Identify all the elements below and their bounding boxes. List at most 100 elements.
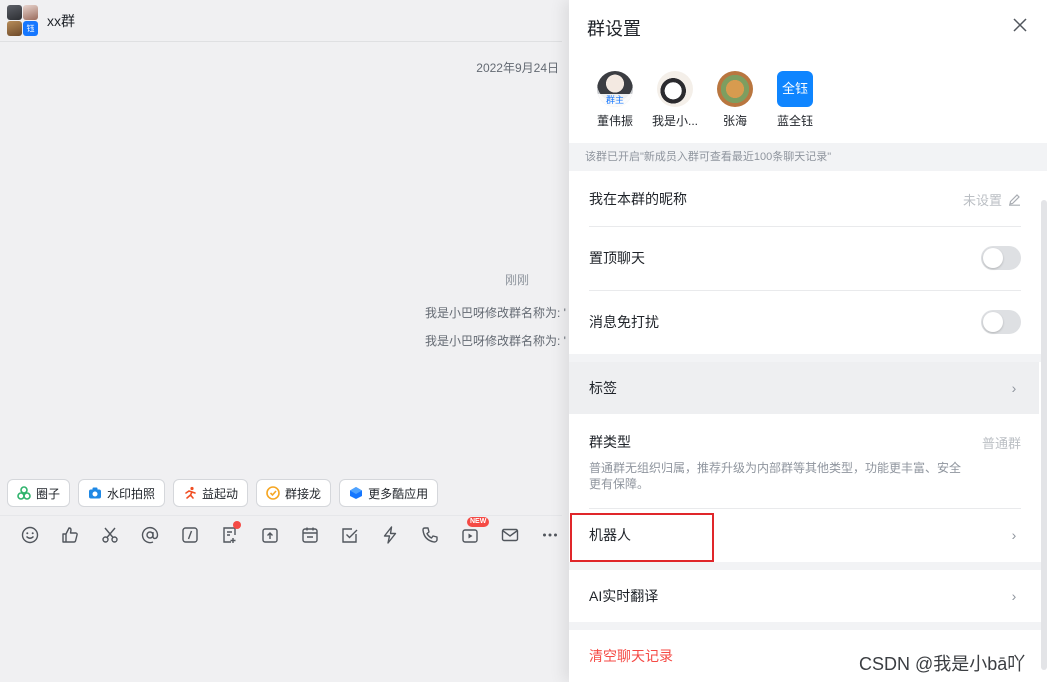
chat-toolbar: NEW — [10, 517, 570, 550]
screenshot-button[interactable] — [90, 520, 130, 550]
mail-icon — [501, 528, 519, 542]
section-gap — [569, 622, 1047, 630]
mention-button[interactable] — [130, 520, 170, 550]
chevron-right-icon: › — [1011, 527, 1017, 543]
section-gap — [569, 562, 1047, 570]
input-divider — [0, 515, 562, 516]
app-chip-charity-run[interactable]: 益起动 — [173, 479, 249, 507]
more-icon — [543, 533, 557, 537]
chevron-right-icon: › — [1011, 588, 1017, 604]
task-button[interactable] — [330, 520, 370, 550]
app-chip-label: 群接龙 — [285, 486, 322, 501]
group-avatar-badge: 钰 — [23, 20, 38, 36]
member-name: 董伟振 — [596, 114, 633, 128]
nickname-label: 我在本群的昵称 — [589, 191, 687, 207]
edit-icon[interactable] — [1008, 193, 1021, 206]
chevron-right-icon: › — [1011, 380, 1017, 396]
avatar — [717, 71, 753, 107]
chat-header: 钰 xx群 — [0, 0, 562, 42]
chat-pane: 钰 xx群 2022年9月24日 刚刚 我是小巴呀修改群名称为: ' 我是小巴呀… — [0, 0, 569, 682]
date-stamp: 2022年9月24日 — [476, 61, 559, 75]
emoji-icon — [21, 526, 39, 544]
member-item[interactable]: 群主 董伟振 — [589, 71, 641, 129]
app-chip-more-apps[interactable]: 更多酷应用 — [339, 479, 439, 507]
group-avatar[interactable]: 钰 — [7, 4, 39, 37]
nickname-value: 未设置 — [962, 192, 1002, 208]
mute-toggle[interactable] — [981, 310, 1021, 334]
chat-title[interactable]: xx群 — [47, 11, 75, 31]
runner-icon — [185, 486, 196, 499]
ai-translate-label: AI实时翻译 — [589, 588, 659, 604]
quick-action-button[interactable] — [370, 520, 410, 550]
calendar-button[interactable] — [290, 520, 330, 550]
member-item[interactable]: 张海 — [709, 71, 761, 129]
group-type-description: 普通群无组织归属，推荐升级为内部群等其他类型，功能更丰富、安全更有保障。 — [589, 461, 962, 491]
app-chip-label: 更多酷应用 — [368, 486, 429, 501]
phone-icon — [422, 527, 438, 543]
tags-label: 标签 — [589, 380, 617, 396]
scrollbar[interactable] — [1041, 200, 1047, 670]
task-icon — [342, 528, 358, 543]
panel-title: 群设置 — [587, 19, 641, 39]
tags-row[interactable]: 标签 › — [569, 362, 1039, 414]
section-gap — [569, 354, 1047, 362]
app-chip-watermark-camera[interactable]: 水印拍照 — [78, 479, 166, 507]
mute-label: 消息免打扰 — [589, 314, 659, 330]
nickname-row[interactable]: 我在本群的昵称 未设置 — [569, 172, 1039, 226]
watermark: CSDN @我是小bā吖 — [859, 654, 1026, 674]
relay-icon — [266, 486, 280, 500]
app-chip-label: 圈子 — [36, 486, 61, 501]
more-button[interactable] — [530, 520, 570, 550]
upload-icon — [262, 528, 278, 543]
more-apps-icon — [350, 487, 363, 499]
system-message: 我是小巴呀修改群名称为: ' — [425, 334, 566, 348]
live-button[interactable]: NEW — [450, 517, 490, 550]
at-icon — [141, 526, 159, 544]
command-button[interactable] — [170, 520, 210, 550]
scissors-icon — [102, 527, 118, 543]
app-chip-circle[interactable]: 圈子 — [7, 479, 71, 507]
system-message: 我是小巴呀修改群名称为: ' — [425, 306, 566, 320]
member-list: 群主 董伟振 我是小... 张海 全钰 蓝全钰 — [589, 71, 821, 129]
note-button[interactable] — [210, 520, 250, 550]
member-item[interactable]: 我是小... — [649, 71, 701, 129]
robot-row[interactable]: 机器人 › — [569, 508, 1039, 562]
avatar: 群主 — [597, 71, 633, 107]
live-icon — [462, 529, 478, 543]
camera-icon — [89, 487, 102, 499]
new-badge: NEW — [467, 517, 490, 527]
lightning-icon — [383, 526, 397, 544]
quick-apps-row: 圈子 水印拍照 益起动 群接龙 更多酷应用 — [7, 479, 439, 507]
call-button[interactable] — [410, 520, 450, 550]
avatar — [657, 71, 693, 107]
group-type-label: 群类型 — [589, 434, 631, 450]
thumbs-up-icon — [62, 527, 78, 543]
mute-row: 消息免打扰 — [569, 290, 1039, 354]
pin-chat-label: 置顶聊天 — [589, 250, 645, 266]
history-notice: 该群已开启"新成员入群可查看最近100条聊天记录" — [569, 143, 1047, 171]
upload-button[interactable] — [250, 520, 290, 550]
circle-app-icon — [17, 486, 31, 500]
group-type-row[interactable]: 群类型 普通群无组织归属，推荐升级为内部群等其他类型，功能更丰富、安全更有保障。… — [569, 414, 1039, 508]
time-stamp: 刚刚 — [505, 273, 530, 287]
group-settings-panel: 群设置 群主 董伟振 我是小... 张海 全钰 蓝全钰 该群已开启"新成员入群可… — [569, 0, 1047, 682]
close-icon[interactable] — [1011, 16, 1029, 34]
member-name: 我是小... — [651, 114, 698, 128]
emoji-button[interactable] — [10, 520, 50, 550]
robot-label: 机器人 — [589, 527, 631, 543]
like-button[interactable] — [50, 520, 90, 550]
member-item[interactable]: 全钰 蓝全钰 — [769, 71, 821, 129]
app-chip-group-relay[interactable]: 群接龙 — [256, 479, 332, 507]
app-chip-label: 水印拍照 — [107, 486, 156, 501]
app-chip-label: 益起动 — [202, 486, 239, 501]
owner-tag: 群主 — [597, 94, 633, 107]
group-type-value: 普通群 — [981, 436, 1021, 451]
clear-history-label: 清空聊天记录 — [589, 648, 673, 664]
member-name: 蓝全钰 — [776, 114, 813, 128]
mail-button[interactable] — [490, 520, 530, 550]
avatar: 全钰 — [777, 71, 813, 107]
slash-command-icon — [182, 527, 198, 543]
ai-translate-row[interactable]: AI实时翻译 › — [569, 570, 1039, 622]
calendar-icon — [302, 527, 318, 543]
pin-chat-toggle[interactable] — [981, 246, 1021, 270]
